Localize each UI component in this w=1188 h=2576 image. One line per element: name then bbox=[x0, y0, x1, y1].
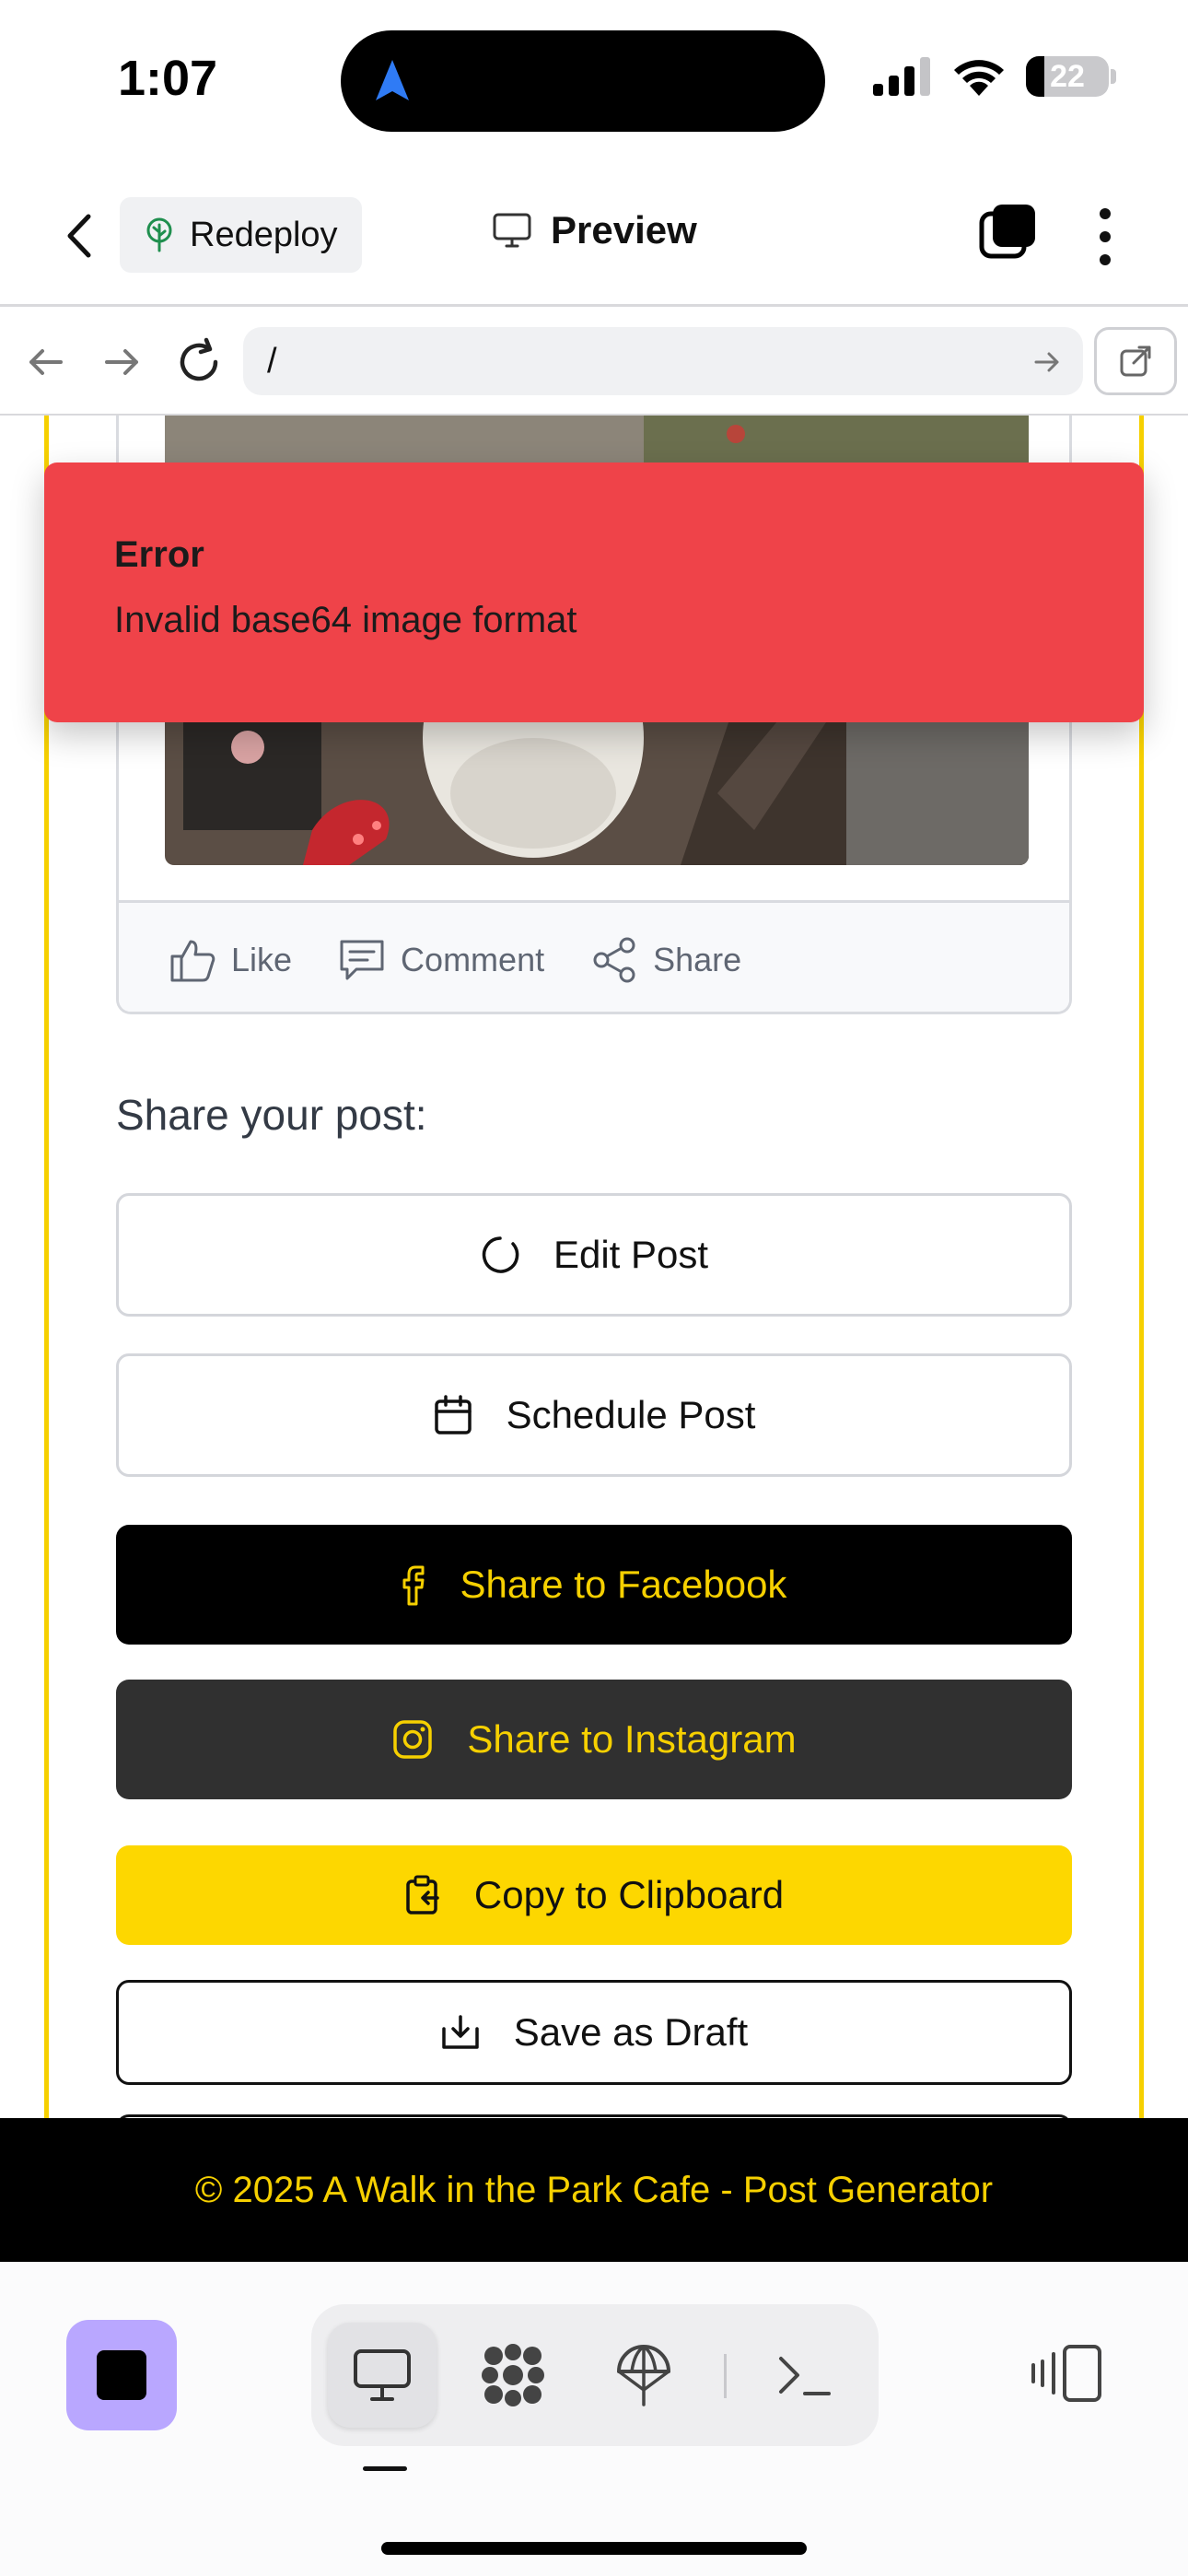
edit-post-button[interactable]: Edit Post bbox=[116, 1193, 1072, 1317]
facebook-icon bbox=[402, 1565, 425, 1606]
share-instagram-label: Share to Instagram bbox=[467, 1717, 797, 1761]
go-arrow-icon[interactable] bbox=[1033, 349, 1061, 375]
tab-preview[interactable] bbox=[328, 2323, 437, 2428]
share-instagram-button[interactable]: Share to Instagram bbox=[116, 1680, 1072, 1799]
toast-message: Invalid base64 image format bbox=[114, 600, 577, 640]
loading-spinner-icon bbox=[482, 1236, 519, 1273]
side-panel-button[interactable] bbox=[1030, 2336, 1107, 2413]
open-external-button[interactable] bbox=[1094, 327, 1177, 395]
browser-url-bar: / bbox=[0, 307, 1188, 416]
home-indicator[interactable] bbox=[381, 2542, 807, 2555]
share-button[interactable]: Share bbox=[590, 936, 741, 984]
bottom-toolbar bbox=[0, 2262, 1188, 2576]
preview-title[interactable]: Preview bbox=[492, 208, 697, 252]
share-facebook-label: Share to Facebook bbox=[460, 1563, 787, 1606]
side-panel-icon bbox=[1031, 2345, 1101, 2402]
error-toast[interactable]: Error Invalid base64 image format bbox=[44, 463, 1144, 722]
redeploy-button[interactable]: Redeploy bbox=[120, 197, 362, 273]
toast-title: Error bbox=[114, 534, 204, 575]
like-button[interactable]: Like bbox=[169, 936, 292, 984]
like-label: Like bbox=[231, 941, 293, 978]
tab-deploy[interactable] bbox=[589, 2323, 698, 2428]
arrow-right-icon bbox=[105, 349, 138, 375]
tab-assets[interactable] bbox=[459, 2323, 567, 2428]
post-actions: Like Comment Share bbox=[119, 903, 1069, 1012]
edit-post-label: Edit Post bbox=[553, 1233, 709, 1276]
comment-label: Comment bbox=[401, 941, 545, 978]
battery-level: 22 bbox=[1050, 58, 1085, 94]
save-draft-label: Save as Draft bbox=[513, 2010, 749, 2054]
monitor-icon bbox=[492, 212, 532, 249]
download-icon bbox=[442, 2015, 479, 2049]
url-text: / bbox=[267, 341, 277, 381]
external-link-icon bbox=[1120, 345, 1151, 377]
chevron-left-icon bbox=[67, 214, 91, 258]
browser-forward-button[interactable] bbox=[96, 336, 147, 388]
tree-icon bbox=[144, 217, 175, 252]
cellular-signal-icon bbox=[871, 56, 932, 97]
browser-back-button[interactable] bbox=[20, 336, 72, 388]
page-footer: © 2025 A Walk in the Park Cafe - Post Ge… bbox=[0, 2118, 1188, 2262]
terminal-icon bbox=[779, 2357, 831, 2395]
app-header: Redeploy Preview bbox=[0, 175, 1188, 304]
schedule-post-button[interactable]: Schedule Post bbox=[116, 1353, 1072, 1477]
active-tab-indicator bbox=[363, 2466, 407, 2471]
reload-button[interactable] bbox=[173, 336, 225, 388]
copy-clipboard-button[interactable]: Copy to Clipboard bbox=[116, 1845, 1072, 1945]
comment-icon bbox=[340, 940, 384, 980]
more-vertical-icon bbox=[1100, 208, 1111, 265]
url-input[interactable]: / bbox=[243, 327, 1083, 395]
comment-button[interactable]: Comment bbox=[338, 938, 544, 982]
view-switcher bbox=[311, 2304, 879, 2446]
dots-grid-icon bbox=[482, 2344, 544, 2406]
dynamic-island bbox=[341, 30, 825, 132]
redeploy-label: Redeploy bbox=[190, 215, 338, 254]
clipboard-icon bbox=[406, 1875, 439, 1914]
wifi-icon bbox=[950, 55, 1007, 98]
stop-icon bbox=[97, 2350, 146, 2400]
parachute-icon bbox=[617, 2345, 670, 2406]
tabs-icon bbox=[979, 205, 1035, 259]
schedule-post-label: Schedule Post bbox=[506, 1393, 756, 1436]
share-icon bbox=[593, 937, 635, 983]
stop-button[interactable] bbox=[66, 2320, 177, 2430]
divider bbox=[724, 2354, 727, 2398]
thumbs-up-icon bbox=[170, 940, 215, 982]
battery-icon: 22 bbox=[1026, 56, 1109, 97]
navigation-arrow-icon bbox=[374, 58, 411, 102]
status-time: 1:07 bbox=[118, 51, 218, 106]
monitor-icon bbox=[354, 2349, 411, 2401]
instagram-icon bbox=[393, 1720, 433, 1759]
tabs-button[interactable] bbox=[978, 203, 1037, 262]
footer-text: © 2025 A Walk in the Park Cafe - Post Ge… bbox=[194, 2169, 994, 2210]
tab-terminal[interactable] bbox=[750, 2323, 858, 2428]
share-label: Share bbox=[653, 941, 742, 978]
share-facebook-button[interactable]: Share to Facebook bbox=[116, 1525, 1072, 1645]
calendar-icon bbox=[434, 1395, 472, 1434]
page-title: Preview bbox=[551, 208, 697, 252]
more-menu-button[interactable] bbox=[1087, 206, 1124, 267]
arrow-left-icon bbox=[29, 349, 63, 375]
reload-icon bbox=[180, 337, 218, 381]
share-heading: Share your post: bbox=[116, 1091, 427, 1139]
back-button[interactable] bbox=[55, 208, 101, 263]
save-draft-button[interactable]: Save as Draft bbox=[116, 1980, 1072, 2085]
copy-clipboard-label: Copy to Clipboard bbox=[473, 1873, 785, 1916]
